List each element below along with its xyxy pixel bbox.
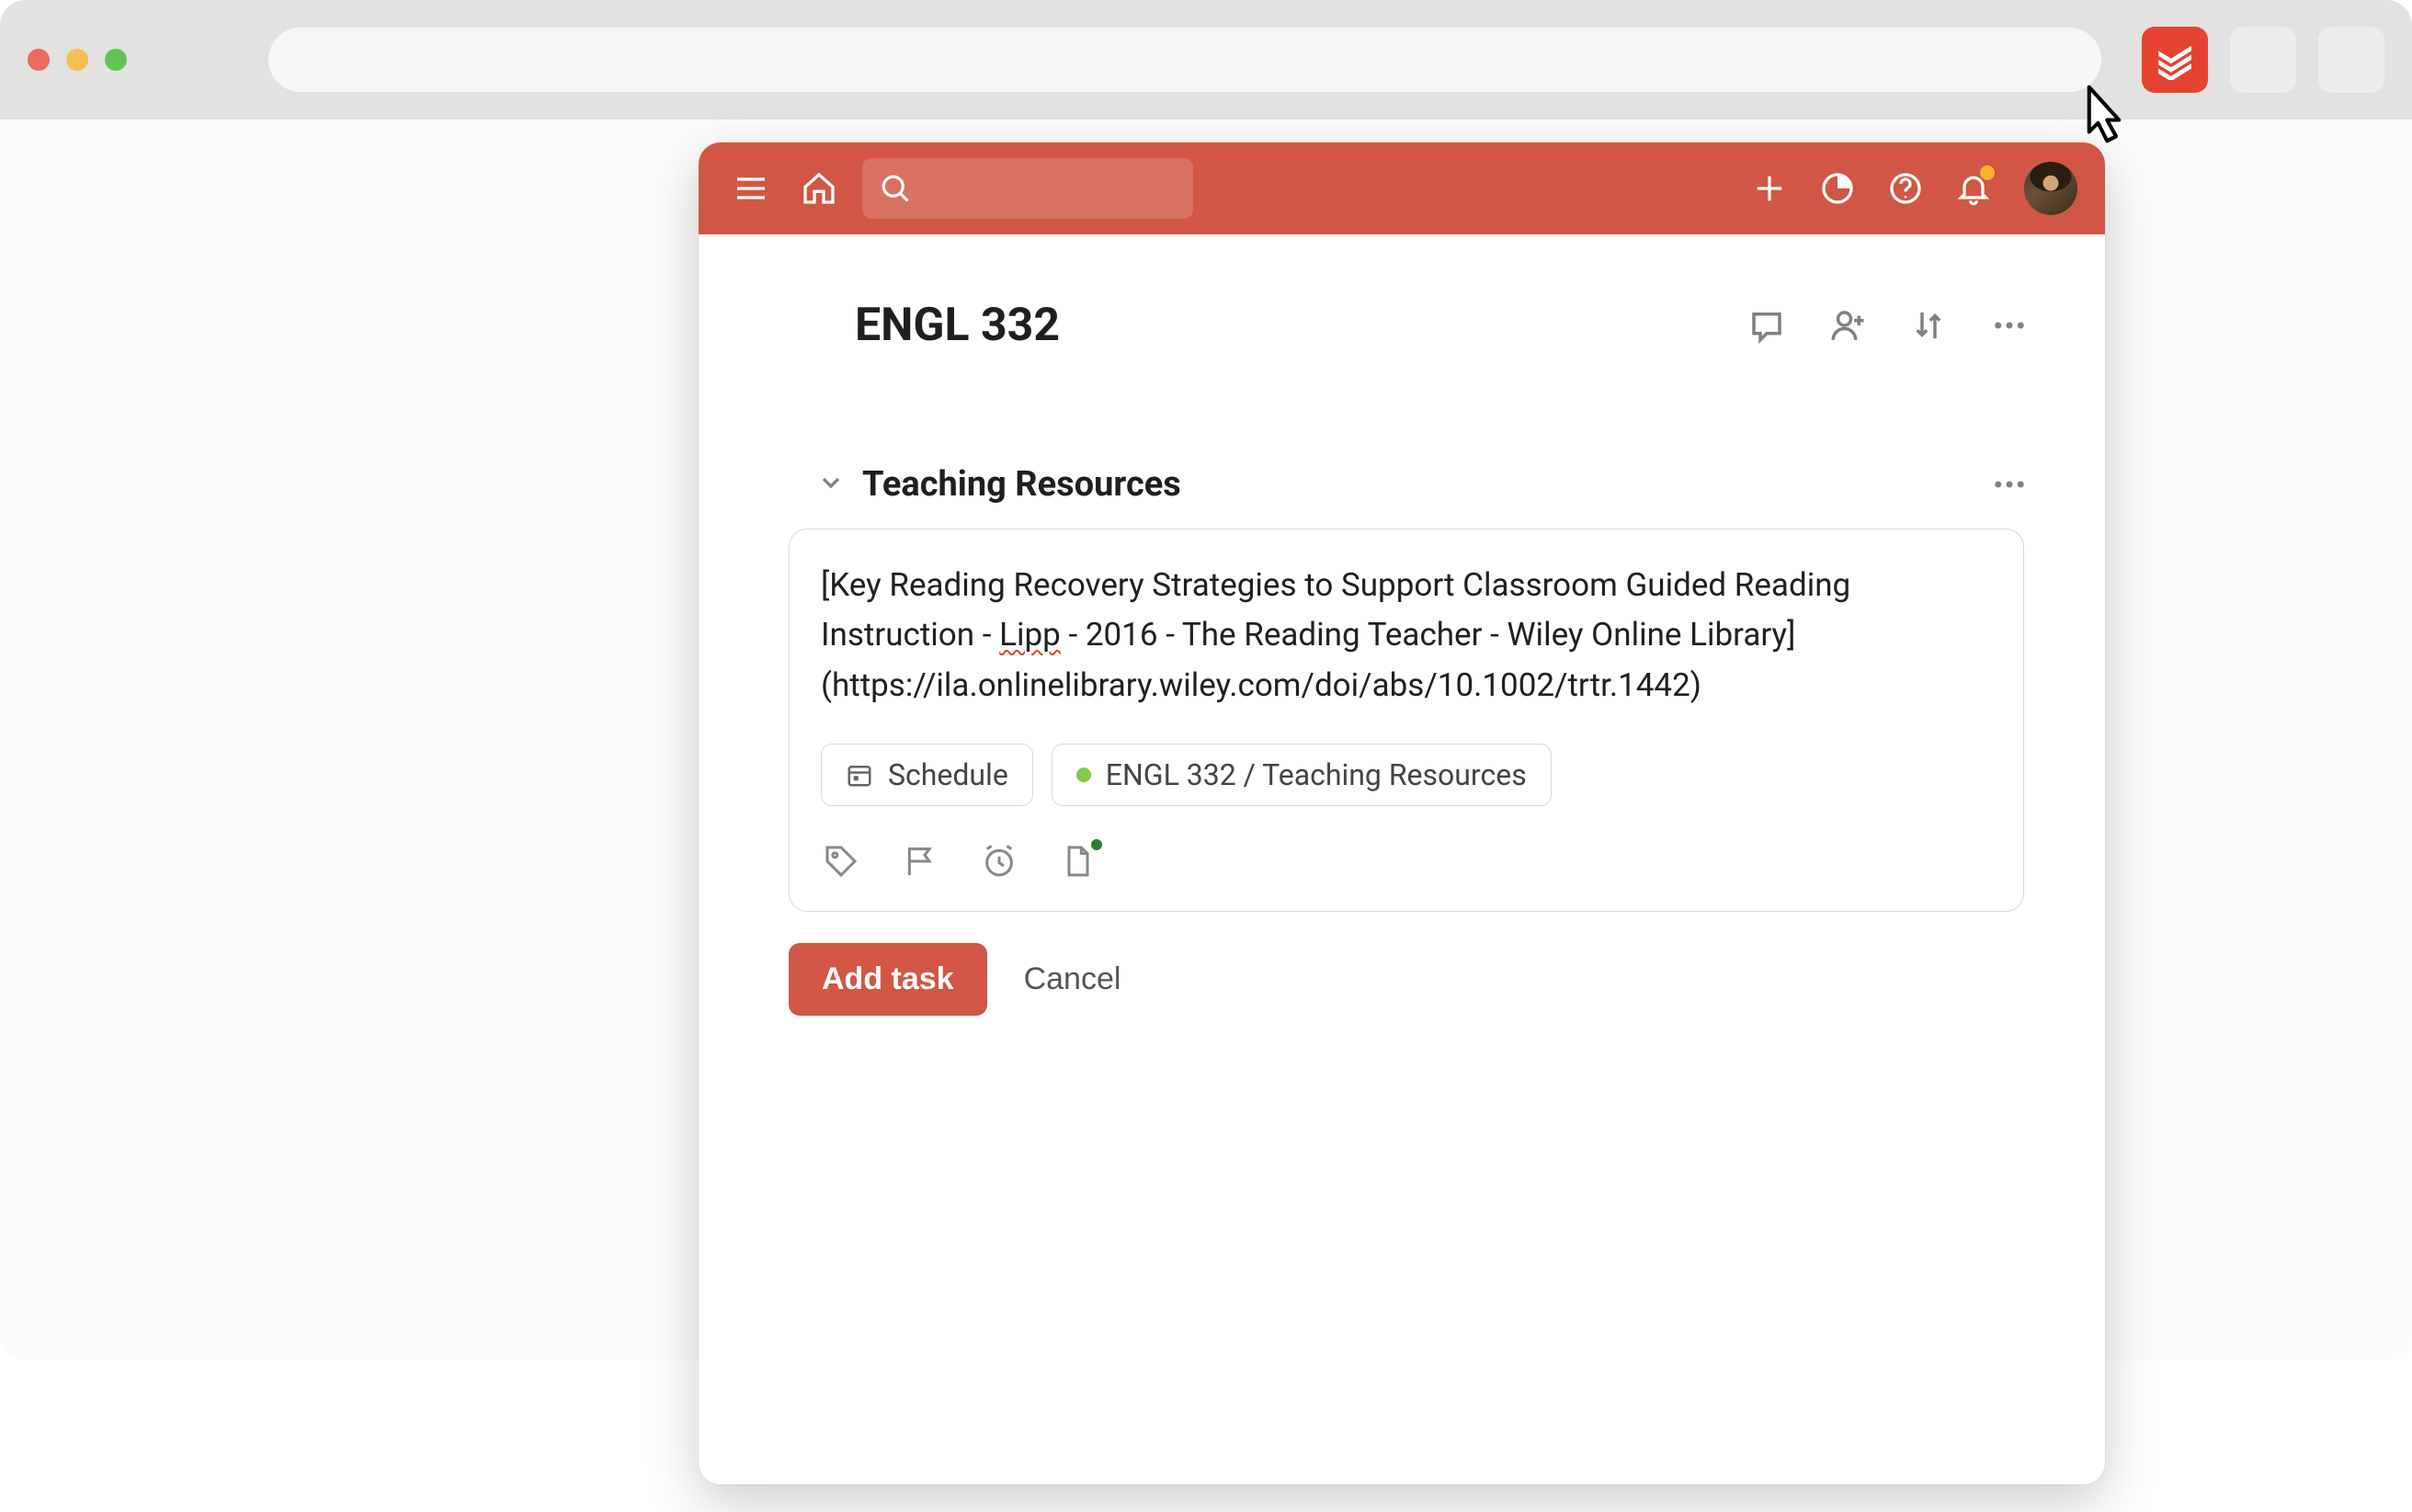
project-header: ENGL 332 bbox=[772, 299, 2031, 352]
extension-placeholder[interactable] bbox=[2318, 27, 2384, 93]
notifications-button[interactable] bbox=[1949, 164, 1998, 213]
tag-icon bbox=[823, 843, 859, 880]
task-name-input[interactable]: [Key Reading Recovery Strategies to Supp… bbox=[821, 561, 1992, 711]
alarm-icon bbox=[981, 843, 1018, 880]
flag-icon bbox=[902, 843, 939, 880]
notification-dot bbox=[1980, 165, 1995, 180]
sort-icon bbox=[1909, 306, 1948, 345]
productivity-icon bbox=[1819, 170, 1856, 207]
hamburger-icon bbox=[733, 170, 769, 207]
close-window-button[interactable] bbox=[28, 49, 50, 71]
help-icon bbox=[1887, 170, 1924, 207]
section-collapse-button[interactable] bbox=[816, 468, 846, 501]
priority-button[interactable] bbox=[900, 841, 940, 881]
search-icon bbox=[879, 172, 912, 205]
home-button[interactable] bbox=[794, 164, 844, 213]
help-button[interactable] bbox=[1881, 164, 1930, 213]
project-color-dot bbox=[1076, 767, 1091, 782]
label-button[interactable] bbox=[821, 841, 861, 881]
project-chip[interactable]: ENGL 332 / Teaching Resources bbox=[1052, 744, 1552, 806]
comment-icon bbox=[1747, 306, 1786, 345]
schedule-chip[interactable]: Schedule bbox=[821, 744, 1033, 806]
popup-header bbox=[699, 142, 2105, 234]
more-icon bbox=[1990, 465, 2029, 504]
home-icon bbox=[801, 170, 837, 207]
schedule-chip-label: Schedule bbox=[888, 757, 1008, 792]
spellcheck-underline: Lipp bbox=[999, 616, 1061, 654]
minimize-window-button[interactable] bbox=[66, 49, 88, 71]
maximize-window-button[interactable] bbox=[105, 49, 127, 71]
task-chips-row: Schedule ENGL 332 / Teaching Resources bbox=[821, 744, 1992, 806]
cancel-button[interactable]: Cancel bbox=[1024, 961, 1121, 997]
menu-button[interactable] bbox=[726, 164, 776, 213]
search-input[interactable] bbox=[862, 158, 1193, 219]
person-add-icon bbox=[1828, 306, 1867, 345]
todoist-extension-popup: ENGL 332 Teaching Resources bbox=[699, 142, 2105, 1484]
address-bar[interactable] bbox=[268, 28, 2101, 92]
section-more-button[interactable] bbox=[1987, 462, 2031, 506]
popup-body: ENGL 332 Teaching Resources bbox=[699, 234, 2105, 1484]
chevron-down-icon bbox=[816, 468, 846, 497]
quick-add-button[interactable] bbox=[1745, 164, 1794, 213]
project-title: ENGL 332 bbox=[855, 299, 1745, 352]
productivity-button[interactable] bbox=[1813, 164, 1862, 213]
todoist-extension-button[interactable] bbox=[2142, 27, 2208, 93]
extension-data-button[interactable] bbox=[1058, 841, 1098, 881]
section-header: Teaching Resources bbox=[772, 462, 2031, 506]
todoist-logo-icon bbox=[2155, 40, 2195, 80]
sort-button[interactable] bbox=[1906, 303, 1951, 347]
editor-icons-row bbox=[821, 834, 1992, 881]
extension-placeholder[interactable] bbox=[2230, 27, 2296, 93]
page-icon bbox=[1060, 843, 1097, 880]
calendar-icon bbox=[846, 761, 873, 789]
browser-toolbar bbox=[0, 0, 2412, 119]
indicator-dot bbox=[1091, 839, 1102, 850]
more-icon bbox=[1990, 306, 2029, 345]
section-title: Teaching Resources bbox=[862, 464, 1971, 505]
editor-footer: Add task Cancel bbox=[789, 943, 2031, 1016]
user-avatar[interactable] bbox=[2024, 162, 2077, 215]
reminder-button[interactable] bbox=[979, 841, 1019, 881]
window-controls bbox=[28, 49, 127, 71]
comments-button[interactable] bbox=[1745, 303, 1789, 347]
add-task-button[interactable]: Add task bbox=[789, 943, 987, 1016]
plus-icon bbox=[1751, 170, 1788, 207]
share-button[interactable] bbox=[1826, 303, 1870, 347]
task-editor: [Key Reading Recovery Strategies to Supp… bbox=[789, 529, 2024, 912]
more-options-button[interactable] bbox=[1987, 303, 2031, 347]
project-actions bbox=[1745, 303, 2031, 347]
cursor-pointer-overlay bbox=[2068, 78, 2140, 153]
project-chip-label: ENGL 332 / Teaching Resources bbox=[1106, 757, 1527, 792]
